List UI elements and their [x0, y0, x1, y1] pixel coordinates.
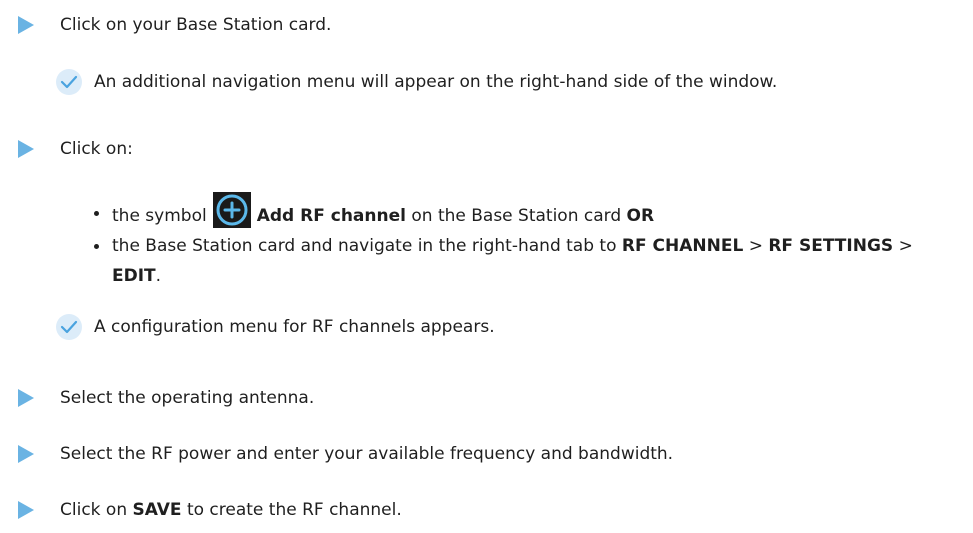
bullet-add-rf-channel: the symbol Add RF channel on the Base Sta… [94, 192, 655, 234]
step-suffix: to create the RF channel. [186, 500, 402, 520]
bullet-text: the symbol Add RF channel on the Base Sta… [112, 192, 655, 234]
step-text: Click on SAVE to create the RF channel. [60, 498, 402, 522]
step-arrow-icon [18, 16, 34, 34]
step-click-on: Click on: [0, 137, 133, 161]
bullet-dot [94, 244, 99, 249]
step-text: Click on your Base Station card. [60, 15, 332, 35]
result-config-menu: A configuration menu for RF channels app… [56, 314, 495, 340]
result-text: An additional navigation menu will appea… [94, 72, 778, 92]
check-icon [56, 69, 82, 95]
rf-settings-label: RF SETTINGS [768, 236, 894, 256]
step-prefix: Click on [60, 500, 128, 520]
add-rf-channel-label: Add RF channel [256, 206, 406, 226]
bullet-prefix: the symbol [112, 206, 207, 226]
step-select-antenna: Select the operating antenna. [0, 386, 314, 410]
separator: > [748, 236, 763, 256]
bullet-navigate-rf-settings: the Base Station card and navigate in th… [94, 231, 934, 291]
step-text: Select the operating antenna. [60, 388, 315, 408]
period: . [155, 266, 162, 286]
bullet-dot [94, 211, 99, 216]
check-icon [56, 314, 82, 340]
save-label: SAVE [132, 500, 182, 520]
step-text: Select the RF power and enter your avail… [60, 444, 674, 464]
step-text: Click on: [60, 139, 133, 159]
edit-label: EDIT [112, 266, 156, 286]
step-arrow-icon [18, 140, 34, 158]
bullet-mid: on the Base Station card [411, 206, 622, 226]
bullet-prefix: the Base Station card and navigate in th… [112, 236, 617, 256]
step-click-save: Click on SAVE to create the RF channel. [0, 498, 402, 522]
or-label: OR [626, 206, 655, 226]
rf-channel-label: RF CHANNEL [621, 236, 744, 256]
result-navigation-menu: An additional navigation menu will appea… [56, 69, 777, 95]
step-select-rf-power: Select the RF power and enter your avail… [0, 442, 673, 466]
step-arrow-icon [18, 389, 34, 407]
step-click-base-station: Click on your Base Station card. [0, 13, 331, 37]
result-text: A configuration menu for RF channels app… [94, 317, 495, 337]
step-arrow-icon [18, 445, 34, 463]
bullet-text: the Base Station card and navigate in th… [112, 231, 934, 291]
add-circle-icon [212, 192, 251, 228]
step-arrow-icon [18, 501, 34, 519]
separator: > [898, 236, 913, 256]
